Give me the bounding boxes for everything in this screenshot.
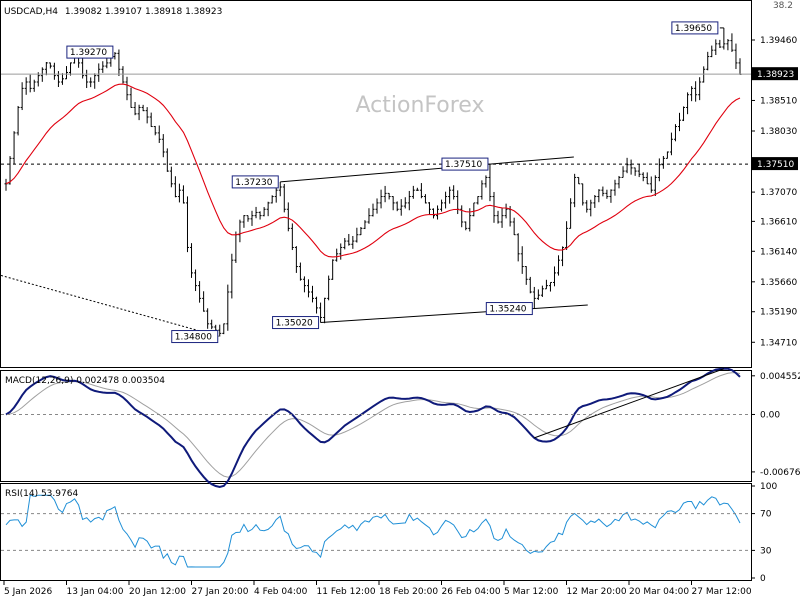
annotation-label: 1.34800: [175, 333, 212, 343]
corner-value: 38.2: [773, 1, 793, 11]
x-tick-label: 4 Feb 04:00: [254, 587, 308, 597]
macd-tick-label: 0.00: [760, 410, 780, 420]
x-tick-label: 5 Mar 12:00: [504, 587, 559, 597]
price-tick-label: 1.35190: [760, 308, 797, 318]
price-tick-label: 1.34710: [760, 338, 797, 348]
macd-panel-frame: [0, 370, 752, 482]
x-tick-label: 5 Jan 2026: [4, 587, 52, 597]
rsi-tick-label: 0: [760, 574, 766, 584]
annotation-label: 1.35020: [276, 319, 313, 329]
macd-tick-label: -0.006764: [760, 468, 800, 478]
x-tick-label: 11 Feb 12:00: [317, 587, 376, 597]
x-tick-label: 12 Mar 20:00: [567, 587, 627, 597]
chart-window: ActionForex 1.37510 1.39270 1.37230 1.3480…: [0, 0, 800, 600]
chart-svg: ActionForex 1.37510 1.39270 1.37230 1.3480…: [0, 0, 800, 597]
macd-tick-label: 0.004552: [760, 372, 800, 382]
symbol-header: USDCAD,H4 1.39082 1.39107 1.38918 1.3892…: [4, 7, 222, 17]
price-tick-label: 1.37070: [760, 188, 797, 198]
annotation-label: 1.39270: [70, 48, 107, 58]
x-tick-label: 26 Feb 04:00: [442, 587, 501, 597]
x-tick-label: 20 Mar 04:00: [629, 587, 689, 597]
rsi-tick-label: 100: [760, 482, 777, 492]
x-tick-label: 18 Feb 20:00: [379, 587, 438, 597]
level-tag: 1.37510: [757, 160, 794, 170]
x-tick-label: 27 Mar 12:00: [692, 587, 752, 597]
price-tick-label: 1.36140: [760, 247, 797, 257]
price-tick-label: 1.35660: [760, 278, 797, 288]
rsi-tick-label: 70: [760, 510, 772, 520]
macd-label: MACD(12,26,9) 0.002478 0.003504: [5, 376, 165, 386]
ohlc-values: 1.39082 1.39107 1.38918 1.38923: [65, 7, 222, 17]
annotation-label: 1.39650: [675, 24, 712, 34]
rsi-label: RSI(14) 53.9764: [5, 489, 78, 499]
symbol-timeframe: USDCAD,H4: [4, 7, 58, 17]
x-tick-label: 13 Jan 04:00: [67, 587, 124, 597]
watermark: ActionForex: [356, 93, 485, 118]
x-tick-label: 27 Jan 20:00: [192, 587, 249, 597]
price-tick-label: 1.38030: [760, 127, 797, 137]
rsi-panel-frame: [0, 483, 752, 581]
x-tick-label: 20 Jan 12:00: [129, 587, 186, 597]
price-tick-label: 1.36610: [760, 217, 797, 227]
price-tick-label: 1.39460: [760, 36, 797, 46]
annotation-label: 1.37230: [235, 178, 272, 188]
rsi-tick-label: 30: [760, 546, 772, 556]
annotation-label: 1.37510: [445, 160, 482, 170]
price-tick-label: 1.38510: [760, 96, 797, 106]
annotation-label: 1.35240: [489, 305, 526, 315]
current-price-tag: 1.38923: [757, 70, 794, 80]
